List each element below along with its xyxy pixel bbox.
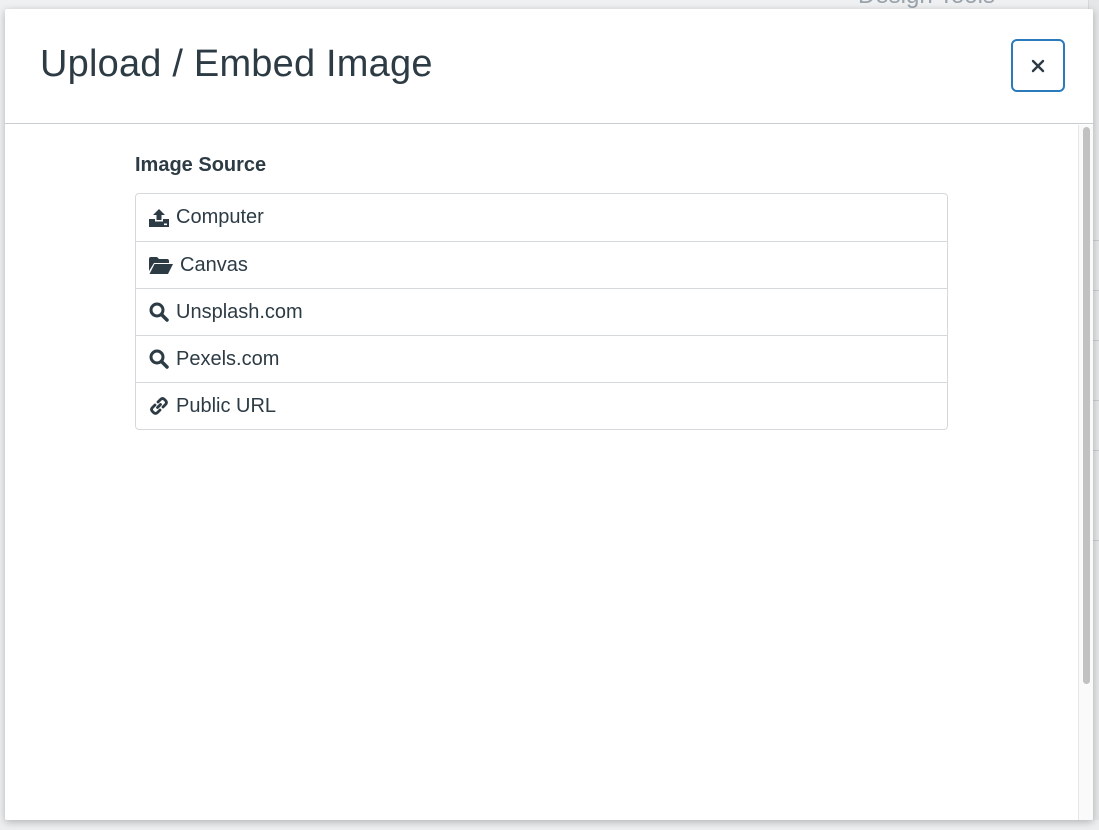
dialog-title: Upload / Embed Image: [40, 43, 433, 85]
source-item-label: Canvas: [180, 253, 248, 276]
image-source-heading: Image Source: [135, 154, 267, 176]
link-icon: [148, 396, 170, 416]
source-item-label: Computer: [176, 206, 264, 228]
source-item-unsplash[interactable]: Unsplash.com: [136, 288, 947, 335]
close-button[interactable]: [1011, 39, 1065, 92]
source-item-label: Public URL: [176, 394, 277, 417]
scrollbar-thumb[interactable]: [1083, 127, 1090, 684]
background-bottom-strip: [0, 820, 1099, 830]
folder-open-icon: [148, 255, 174, 275]
source-item-public-url[interactable]: Public URL: [136, 382, 947, 429]
source-item-label: Pexels.com: [176, 347, 280, 370]
dialog-body: Image Source Computer Canvas Unsplash.co…: [5, 125, 1078, 820]
image-source-list: Computer Canvas Unsplash.com Pexels.com …: [135, 193, 948, 430]
source-item-canvas[interactable]: Canvas: [136, 241, 947, 288]
dialog-scrollbar[interactable]: [1078, 125, 1093, 820]
source-item-pexels[interactable]: Pexels.com: [136, 335, 947, 382]
source-item-label: Unsplash.com: [176, 300, 303, 323]
source-item-computer[interactable]: Computer: [136, 194, 947, 241]
close-icon: [1031, 59, 1045, 72]
search-icon: [148, 302, 170, 322]
search-icon: [148, 349, 170, 369]
upload-embed-image-dialog: Upload / Embed Image Image Source Comput…: [5, 9, 1093, 820]
dialog-header: Upload / Embed Image: [5, 9, 1093, 124]
upload-icon: [148, 208, 170, 228]
background-design-tools-label: Design Tools: [858, 0, 995, 9]
